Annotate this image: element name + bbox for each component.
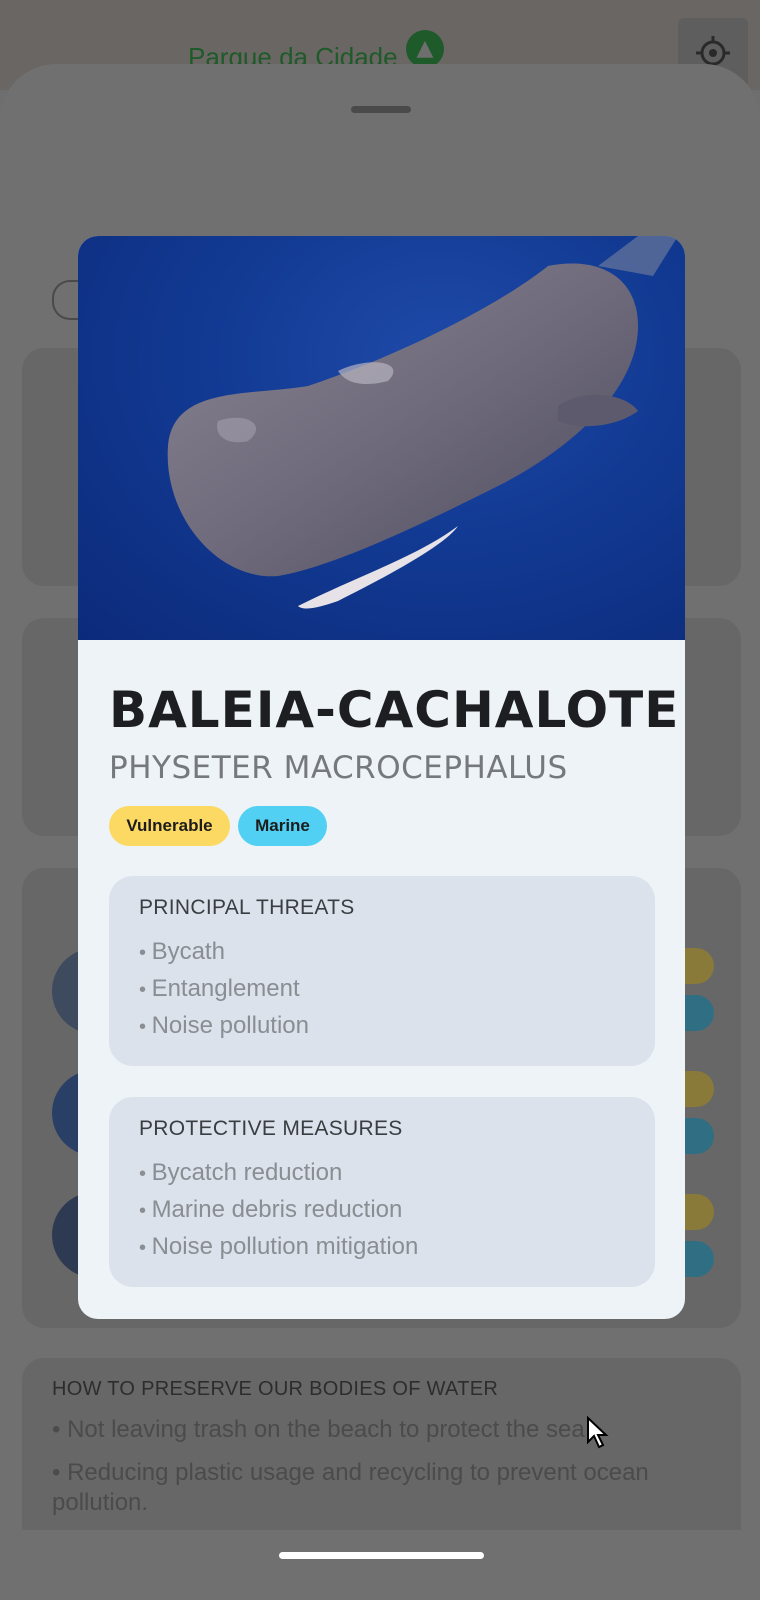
species-scientific-name: PHYSETER MACROCEPHALUS (109, 750, 568, 786)
threat-item: Bycath (139, 934, 309, 971)
measures-list: Bycatch reduction Marine debris reductio… (139, 1155, 419, 1266)
preserve-item: • Reducing plastic usage and recycling t… (52, 1459, 649, 1516)
threats-title: PRINCIPAL THREATS (139, 896, 355, 919)
whale-illustration (167, 236, 678, 609)
sperm-whale-photo (78, 236, 685, 640)
threats-list: Bycath Entanglement Noise pollution (139, 934, 309, 1045)
tree-icon: ▲ (406, 30, 444, 68)
measures-title: PROTECTIVE MEASURES (139, 1117, 403, 1140)
threat-item: Entanglement (139, 971, 309, 1008)
mouse-cursor-icon (587, 1416, 609, 1449)
threat-item: Noise pollution (139, 1008, 309, 1045)
measure-item: Noise pollution mitigation (139, 1229, 419, 1266)
threats-box: PRINCIPAL THREATS Bycath Entanglement No… (109, 876, 655, 1066)
measures-box: PROTECTIVE MEASURES Bycatch reduction Ma… (109, 1097, 655, 1287)
measure-item: Bycatch reduction (139, 1155, 418, 1192)
measure-item: Marine debris reduction (139, 1192, 418, 1229)
home-indicator[interactable] (279, 1552, 484, 1559)
species-common-name: BALEIA-CACHALOTE (109, 681, 680, 739)
sheet-drag-handle[interactable] (351, 106, 411, 113)
habitat-badge: Marine (238, 806, 327, 846)
preserve-item: • Not leaving trash on the beach to prot… (52, 1416, 592, 1443)
conservation-status-badge: Vulnerable (109, 806, 230, 846)
preserve-title: HOW TO PRESERVE OUR BODIES OF WATER (52, 1378, 499, 1400)
species-detail-card[interactable]: BALEIA-CACHALOTE PHYSETER MACROCEPHALUS … (78, 236, 685, 1319)
